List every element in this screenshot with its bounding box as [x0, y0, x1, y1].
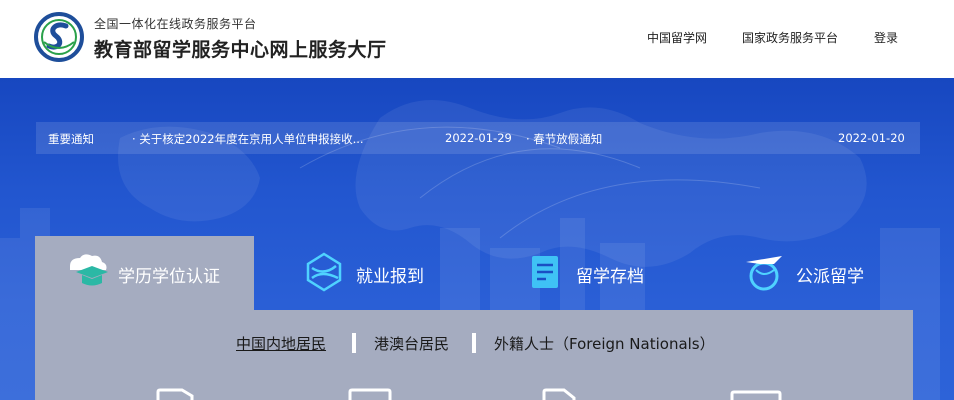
logo-icon[interactable] [34, 12, 84, 62]
service-icon[interactable] [728, 388, 784, 400]
site-title: 教育部留学服务中心网上服务大厅 [94, 39, 387, 61]
document-icon [532, 256, 558, 288]
tab-label: 学历学位认证 [118, 267, 220, 287]
service-icon[interactable] [152, 388, 202, 400]
tab-label: 就业报到 [356, 267, 424, 287]
tab-label: 公派留学 [796, 267, 864, 287]
notice-label: 重要通知 [48, 132, 94, 146]
subtab-hk-macao-taiwan-residents[interactable]: 港澳台居民 [374, 333, 449, 354]
subtab-foreign-nationals[interactable]: 外籍人士（Foreign Nationals） [494, 333, 715, 354]
graduation-cap-icon [70, 254, 108, 286]
service-icon[interactable] [346, 388, 394, 400]
notice-date: 2022-01-29 [445, 131, 512, 145]
globe-icon [306, 252, 342, 292]
top-header: 全国一体化在线政务服务平台 教育部留学服务中心网上服务大厅 中国留学网 国家政务… [0, 0, 954, 78]
notice-item-link[interactable]: · 关于核定2022年度在京用人单位申报接收... [132, 131, 364, 147]
subtab-divider [472, 333, 476, 353]
notice-item-link[interactable]: · 春节放假通知 [526, 131, 602, 147]
notice-bar: 重要通知 · 关于核定2022年度在京用人单位申报接收... 2022-01-2… [36, 122, 920, 154]
tab-label: 留学存档 [576, 267, 644, 287]
nav-link-gov-platform[interactable]: 国家政务服务平台 [742, 29, 838, 46]
platform-subtitle: 全国一体化在线政务服务平台 [94, 17, 257, 31]
notice-date: 2022-01-20 [838, 131, 905, 145]
subtab-divider [352, 333, 356, 353]
plane-globe-icon [746, 256, 782, 291]
nav-link-cscse[interactable]: 中国留学网 [647, 29, 707, 46]
subtab-mainland-residents[interactable]: 中国内地居民 [236, 333, 326, 354]
service-icon[interactable] [540, 388, 580, 400]
service-panel [35, 310, 913, 400]
login-link[interactable]: 登录 [874, 29, 898, 46]
